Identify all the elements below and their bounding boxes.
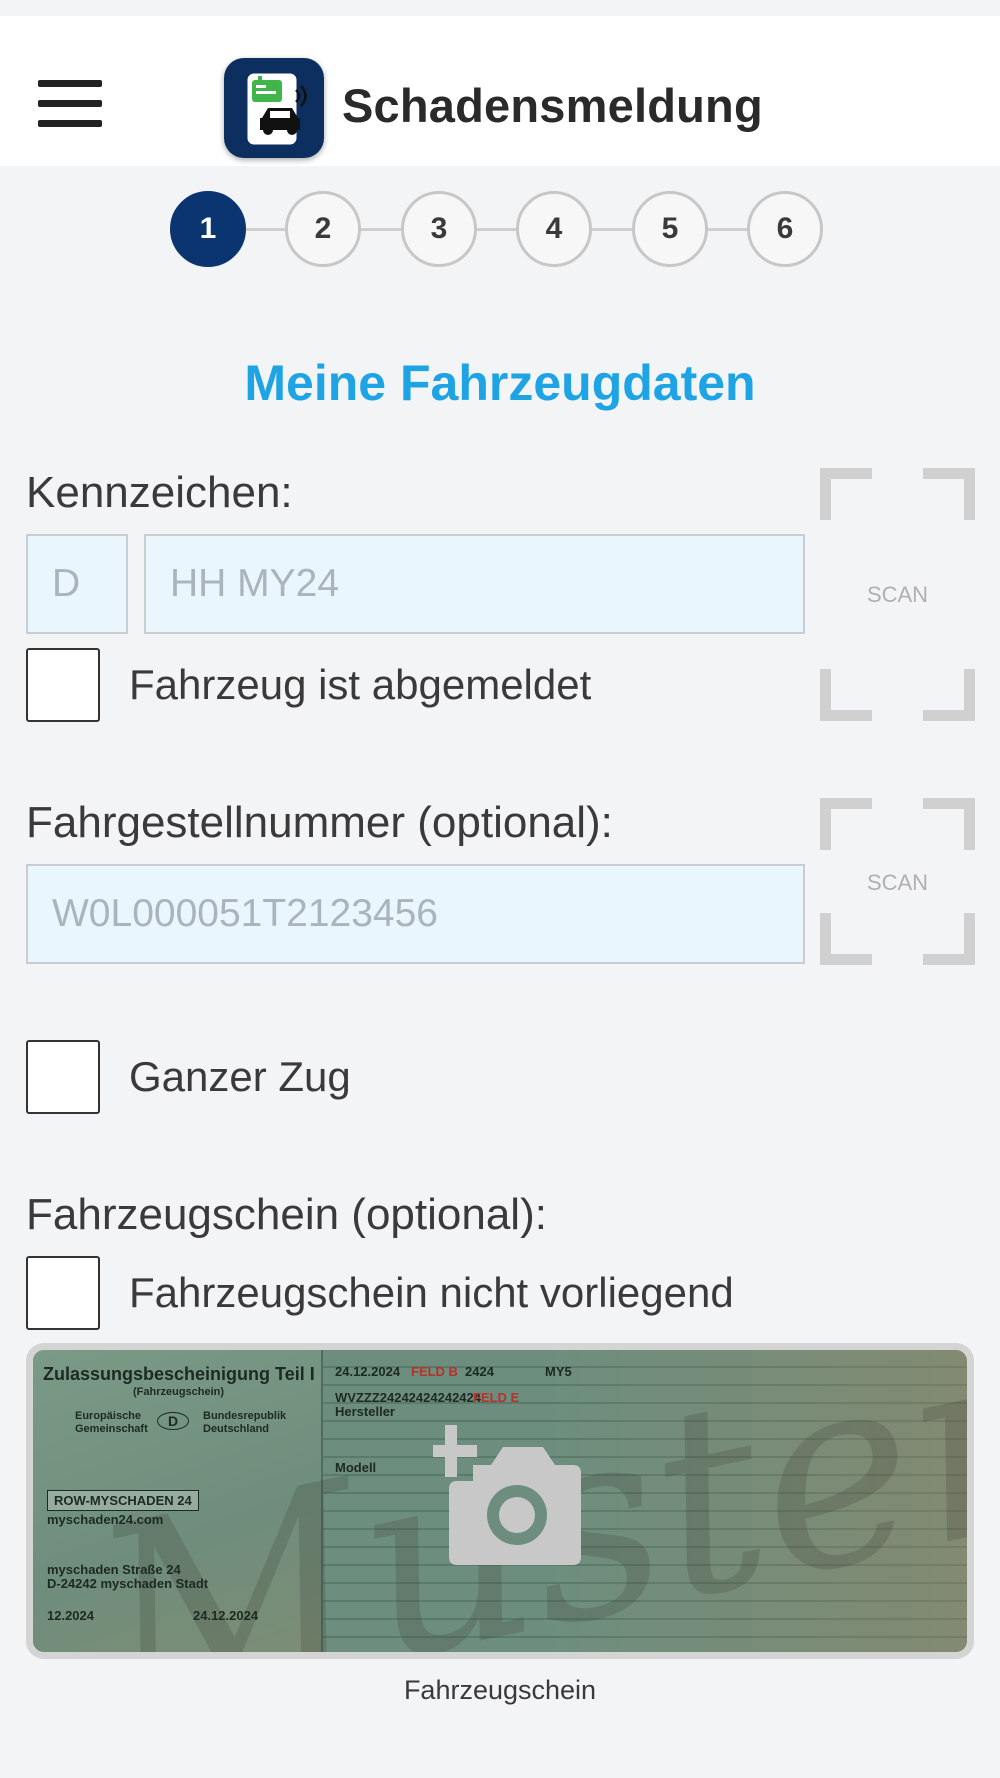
scan-frame-corner-icon <box>820 913 872 965</box>
scan-license-plate-button[interactable]: SCAN <box>820 468 975 721</box>
doc-brd-line1: Bundesrepublik <box>203 1410 287 1422</box>
status-bar <box>0 0 1000 16</box>
photo-caption: Fahrzeugschein <box>403 1675 597 1705</box>
step-1[interactable]: 1 <box>170 191 246 267</box>
add-photo-camera-icon <box>433 1425 581 1565</box>
scan-frame-corner-icon <box>923 798 975 850</box>
doc-hersteller: Hersteller <box>335 1404 395 1419</box>
doc-city: D-24242 myschaden Stadt <box>47 1576 209 1591</box>
scan-frame-corner-icon <box>820 468 872 520</box>
abgemeldet-checkbox[interactable] <box>26 648 100 722</box>
step-5[interactable]: 5 <box>632 191 708 267</box>
app-bar: Schadensmeldung <box>0 16 1000 166</box>
scan-frame-corner-icon <box>820 798 872 850</box>
scan-frame-corner-icon <box>923 669 975 721</box>
scan-frame-corner-icon <box>923 913 975 965</box>
doc-code2: MY5 <box>545 1364 572 1379</box>
doc-date-left: 12.2024 <box>47 1608 94 1623</box>
step-4[interactable]: 4 <box>516 191 592 267</box>
doc-feld-b: FELD B <box>411 1364 458 1379</box>
doc-plate: ROW-MYSCHADEN 24 <box>47 1490 199 1511</box>
step-3[interactable]: 3 <box>401 191 477 267</box>
doc-eu-line1: Europäische <box>75 1410 142 1422</box>
fahrzeugschein-photo-upload[interactable]: Muster Zulassungsbescheinigung Teil I (F… <box>26 1343 974 1659</box>
doc-date1: 24.12.2024 <box>335 1364 401 1379</box>
scan-label: SCAN <box>866 870 929 895</box>
car-phone-app-icon <box>224 58 324 158</box>
scan-frame-corner-icon <box>923 468 975 520</box>
scan-vin-button[interactable]: SCAN <box>820 798 975 965</box>
doc-brd-line2: Deutschland <box>203 1423 270 1435</box>
doc-street: myschaden Straße 24 <box>47 1562 181 1577</box>
doc-date-right: 24.12.2024 <box>193 1608 259 1623</box>
hamburger-menu-icon[interactable] <box>38 80 102 128</box>
doc-feld-e: FELD E <box>473 1390 520 1405</box>
doc-site: myschaden24.com <box>47 1512 164 1527</box>
doc-country: D <box>157 1412 190 1430</box>
fahrgestellnummer-label: Fahrgestellnummer (optional): <box>26 798 613 847</box>
step-6[interactable]: 6 <box>747 191 823 267</box>
kennzeichen-label: Kennzeichen: <box>26 468 293 517</box>
ganzer-zug-label: Ganzer Zug <box>129 1053 351 1100</box>
doc-modell: Modell <box>335 1460 377 1475</box>
app-title: Schadensmeldung <box>342 79 763 132</box>
section-title: Meine Fahrzeugdaten <box>244 355 756 411</box>
doc-subheader: (Fahrzeugschein) <box>133 1386 225 1398</box>
step-indicator: 1 2 3 4 5 6 <box>170 191 826 267</box>
fahrzeugschein-label: Fahrzeugschein (optional): <box>26 1190 547 1239</box>
vin-input[interactable]: W0L000051T2123456 <box>26 864 805 964</box>
license-plate-input[interactable]: HH MY24 <box>144 534 805 634</box>
step-2[interactable]: 2 <box>285 191 361 267</box>
doc-eu-line2: Gemeinschaft <box>75 1423 148 1435</box>
country-code-input[interactable]: D <box>26 534 128 634</box>
doc-code1: 2424 <box>465 1364 494 1379</box>
doc-vin: WVZZZ24242424242424 <box>335 1390 481 1405</box>
fahrzeugschein-nicht-vorliegend-label: Fahrzeugschein nicht vorliegend <box>129 1269 734 1316</box>
scan-label: SCAN <box>866 582 929 607</box>
scan-frame-corner-icon <box>820 669 872 721</box>
abgemeldet-label: Fahrzeug ist abgemeldet <box>129 661 592 708</box>
fahrzeugschein-nicht-vorliegend-checkbox[interactable] <box>26 1256 100 1330</box>
ganzer-zug-checkbox[interactable] <box>26 1040 100 1114</box>
doc-header: Zulassungsbescheinigung Teil I <box>43 1364 315 1384</box>
